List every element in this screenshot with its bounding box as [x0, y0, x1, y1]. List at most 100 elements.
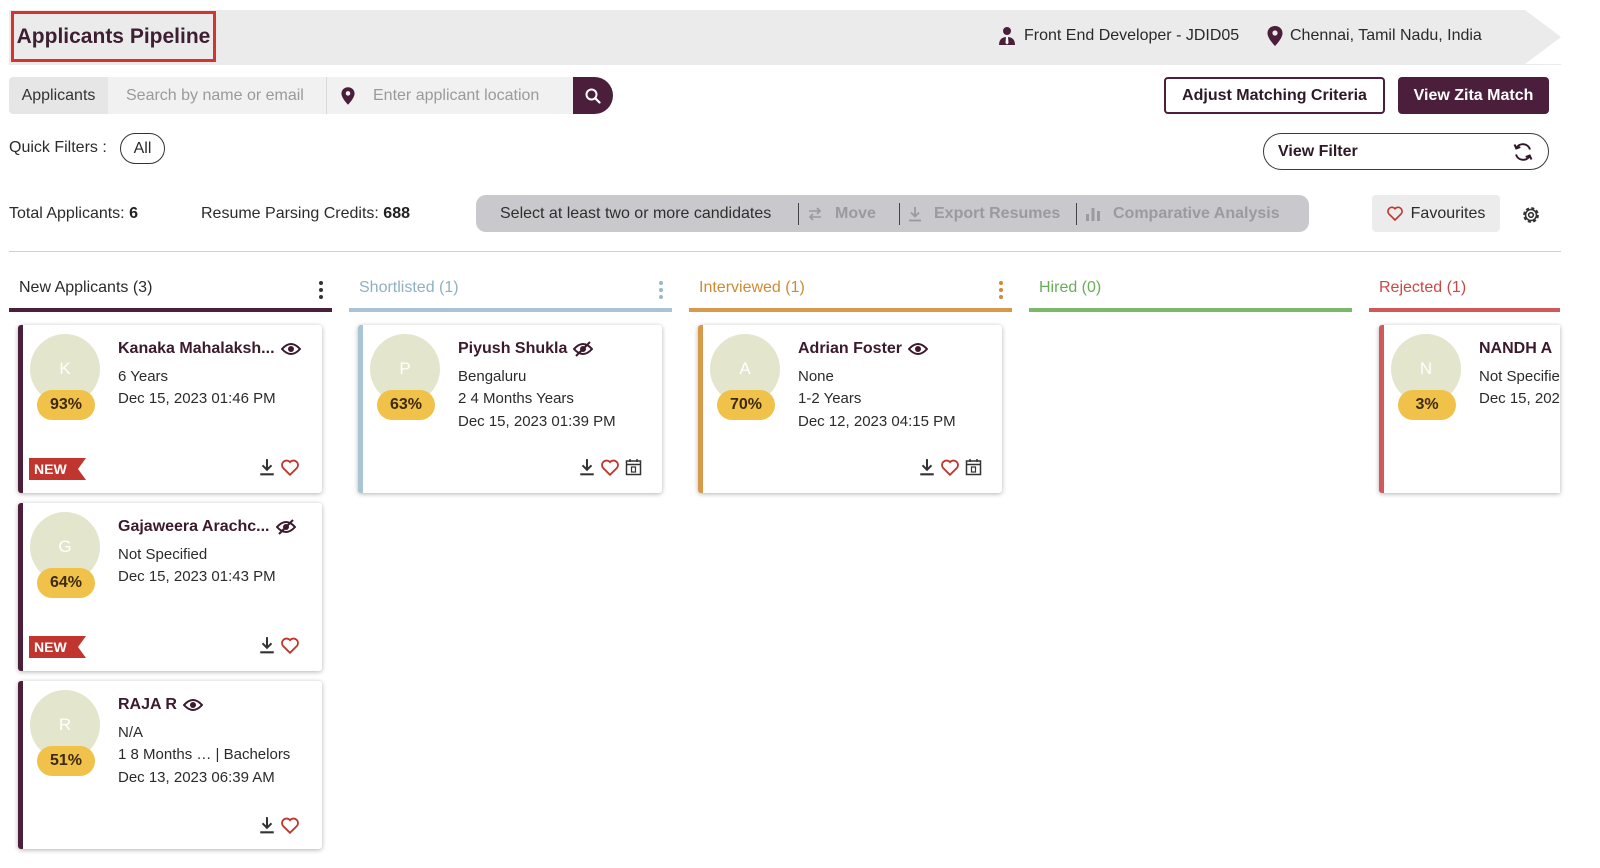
favourites-button[interactable]: Favourites [1372, 195, 1500, 232]
card-actions [253, 458, 299, 476]
move-button[interactable]: Move [799, 205, 899, 223]
export-resumes-button[interactable]: Export Resumes [900, 205, 1076, 223]
refresh-icon[interactable] [1512, 141, 1534, 163]
download-icon[interactable] [919, 458, 935, 476]
candidate-card[interactable]: N 3% NANDH A Not Specified Dec 15, 2023 [1379, 325, 1560, 493]
card-actions [253, 636, 299, 654]
page-title: Applicants Pipeline [16, 24, 211, 48]
column-rejected: Rejected (1) [1369, 276, 1560, 312]
heart-icon[interactable] [941, 459, 959, 476]
header-notch [1525, 10, 1561, 64]
column-underline [9, 308, 332, 312]
candidate-date: Dec 15, 2023 01:39 PM [458, 413, 616, 430]
search-button[interactable] [573, 77, 613, 114]
column-label: New Applicants (3) [19, 279, 153, 296]
eye-slash-icon[interactable] [275, 519, 296, 535]
candidate-detail: 1-2 Years [798, 390, 862, 407]
download-icon [909, 206, 921, 221]
search-location-input[interactable]: Enter applicant location [327, 77, 573, 114]
candidate-name[interactable]: Piyush Shukla [458, 340, 594, 358]
candidate-card[interactable]: K 93% Kanaka Mahalaksh... 6 Years Dec 15… [18, 325, 322, 493]
quick-filters-label: Quick Filters : [9, 139, 107, 156]
toolbar-divider [9, 251, 1561, 252]
candidate-date: Dec 15, 2023 01:46 PM [118, 390, 276, 407]
column-underline [1369, 308, 1560, 312]
candidate-name[interactable]: Gajaweera Arachc... [118, 518, 296, 536]
candidate-name[interactable]: Adrian Foster [798, 340, 929, 358]
comparative-analysis-button[interactable]: Comparative Analysis [1077, 205, 1290, 223]
kebab-menu-icon[interactable] [318, 280, 324, 300]
job-info: Front End Developer - JDID05 [997, 26, 1239, 46]
eye-icon[interactable] [280, 342, 301, 356]
card-actions [253, 816, 299, 834]
column-underline [1029, 308, 1352, 312]
bulk-actions-bar: Select at least two or more candidates M… [476, 195, 1309, 232]
candidate-name-text: Piyush Shukla [458, 340, 568, 357]
quick-filter-all-chip[interactable]: All [120, 133, 165, 164]
total-applicants-label: Total Applicants: [9, 205, 125, 222]
total-applicants-value: 6 [129, 205, 138, 222]
heart-icon[interactable] [281, 817, 299, 834]
candidate-detail: 1 8 Months … | Bachelors [118, 746, 291, 763]
search-name-input[interactable]: Search by name or email [108, 77, 327, 114]
column-label: Interviewed (1) [699, 279, 805, 296]
column-underline [689, 308, 1012, 312]
search-location-placeholder: Enter applicant location [373, 86, 540, 104]
candidate-detail: Not Specified [1479, 368, 1560, 385]
column-label: Shortlisted (1) [359, 279, 459, 296]
heart-icon [1386, 206, 1403, 221]
view-filter-label: View Filter [1278, 142, 1358, 160]
resume-credits-label: Resume Parsing Credits: [201, 205, 379, 222]
calendar-icon[interactable] [965, 458, 982, 476]
map-pin-icon [341, 86, 355, 105]
eye-icon[interactable] [182, 698, 203, 712]
applicants-dropdown-label: Applicants [21, 86, 96, 104]
adjust-matching-criteria-button[interactable]: Adjust Matching Criteria [1164, 77, 1385, 114]
new-ribbon: NEW [29, 458, 86, 480]
kebab-menu-icon[interactable] [658, 280, 664, 300]
heart-icon[interactable] [281, 637, 299, 654]
column-label: Rejected (1) [1379, 279, 1467, 296]
job-location-text: Chennai, Tamil Nadu, India [1290, 27, 1482, 44]
candidate-card[interactable]: P 63% Piyush Shukla Bengaluru 2 4 Months… [358, 325, 662, 493]
heart-icon[interactable] [601, 459, 619, 476]
export-resumes-label: Export Resumes [934, 204, 1061, 222]
download-icon[interactable] [259, 636, 275, 654]
search-name-placeholder: Search by name or email [126, 86, 304, 104]
candidate-name-text: Gajaweera Arachc... [118, 518, 270, 535]
download-icon[interactable] [259, 816, 275, 834]
bar-chart-icon [1086, 207, 1100, 221]
total-applicants: Total Applicants: 6 [9, 205, 138, 223]
candidate-name[interactable]: RAJA R [118, 696, 203, 714]
eye-icon[interactable] [908, 342, 929, 356]
candidate-card[interactable]: R 51% RAJA R N/A 1 8 Months … | Bachelor… [18, 681, 322, 849]
applicants-dropdown[interactable]: Applicants [9, 77, 108, 114]
kebab-menu-icon[interactable] [998, 280, 1004, 300]
candidate-name-text: Kanaka Mahalaksh... [118, 340, 275, 357]
page-title-box: Applicants Pipeline [11, 11, 216, 62]
move-label: Move [835, 204, 876, 222]
download-icon[interactable] [579, 458, 595, 476]
column-underline [349, 308, 672, 312]
calendar-icon[interactable] [625, 458, 642, 476]
candidate-card[interactable]: A 70% Adrian Foster None 1-2 Years Dec 1… [698, 325, 1002, 493]
card-actions [913, 458, 982, 476]
gear-icon[interactable] [1520, 204, 1542, 226]
match-score-badge: 51% [37, 746, 95, 776]
heart-icon[interactable] [281, 459, 299, 476]
view-zita-match-button[interactable]: View Zita Match [1398, 77, 1549, 114]
candidate-card[interactable]: G 64% Gajaweera Arachc... Not Specified … [18, 503, 322, 671]
candidate-name-text: NANDH A [1479, 340, 1553, 357]
view-filter-button[interactable]: View Filter [1263, 133, 1549, 170]
download-icon[interactable] [259, 458, 275, 476]
match-score-badge: 70% [717, 390, 775, 420]
user-tie-icon [999, 27, 1015, 45]
match-score-badge: 3% [1398, 390, 1456, 420]
eye-slash-icon[interactable] [573, 341, 594, 357]
candidate-name[interactable]: Kanaka Mahalaksh... [118, 340, 301, 358]
candidate-detail: 2 4 Months Years [458, 390, 574, 407]
candidate-date: Dec 15, 2023 [1479, 390, 1560, 407]
candidate-name[interactable]: NANDH A [1479, 340, 1552, 358]
new-ribbon: NEW [29, 636, 86, 658]
candidate-date: Dec 12, 2023 04:15 PM [798, 413, 956, 430]
